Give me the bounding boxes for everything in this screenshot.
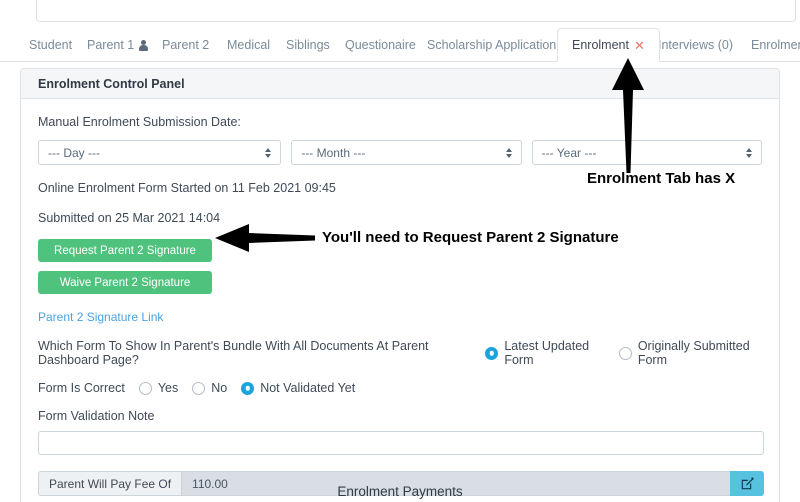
radio-label: Yes xyxy=(157,381,179,395)
form-submitted-text: Submitted on 25 Mar 2021 14:04 xyxy=(38,211,221,225)
form-is-correct-row: Form Is Correct Yes No Not Validated Yet xyxy=(38,381,762,395)
tab-label: Scholarship Application xyxy=(427,38,557,52)
form-is-correct-label: Form Is Correct xyxy=(38,381,125,395)
app-root: Student Parent 1 Parent 2 Medical Siblin… xyxy=(0,0,800,502)
day-select[interactable]: --- Day --- xyxy=(38,140,282,165)
annotation-arrow-up xyxy=(612,58,644,173)
radio-label: Originally Submitted Form xyxy=(637,339,750,367)
tab-enrolment[interactable]: Enrolment ✕ xyxy=(557,28,660,62)
panel-title: Enrolment Control Panel xyxy=(21,69,779,99)
tab-label: Interviews (0) xyxy=(658,38,734,52)
annotation-request-signature: You'll need to Request Parent 2 Signatur… xyxy=(322,229,619,246)
enrolment-control-panel-card: Enrolment Control Panel Manual Enrolment… xyxy=(20,68,780,502)
chevron-updown-icon xyxy=(746,147,753,159)
month-select[interactable]: --- Month --- xyxy=(291,140,522,165)
which-form-label: Which Form To Show In Parent's Bundle Wi… xyxy=(38,339,429,367)
which-form-option-latest[interactable]: Latest Updated Form xyxy=(485,339,604,367)
form-is-correct-option-yes[interactable]: Yes xyxy=(138,381,179,395)
form-is-correct-option-not-validated[interactable]: Not Validated Yet xyxy=(241,381,355,395)
radio-label: Not Validated Yet xyxy=(260,381,356,395)
month-select-value: --- Month --- xyxy=(301,145,366,160)
tab-label: Siblings xyxy=(286,38,330,52)
radio-latest-updated-form[interactable] xyxy=(485,346,499,360)
validation-note-label: Form Validation Note xyxy=(38,409,155,423)
tab-label: Medical xyxy=(227,38,271,52)
waive-parent-2-signature-button[interactable]: Waive Parent 2 Signature xyxy=(38,271,212,294)
which-form-option-original[interactable]: Originally Submitted Form xyxy=(618,339,762,367)
manual-date-selects: --- Day --- --- Month --- --- Year --- xyxy=(38,140,762,165)
tab-label: Parent 1 xyxy=(87,38,135,52)
which-form-row: Which Form To Show In Parent's Bundle Wi… xyxy=(38,339,762,367)
tab-label: Enrolment xyxy=(572,38,629,52)
tab-bar: Student Parent 1 Parent 2 Medical Siblin… xyxy=(0,28,800,62)
radio-label: Latest Updated Form xyxy=(504,339,590,367)
request-parent-2-signature-button[interactable]: Request Parent 2 Signature xyxy=(38,239,212,262)
manual-date-label: Manual Enrolment Submission Date: xyxy=(38,115,241,129)
enrolment-payments-title: Enrolment Payments xyxy=(337,484,463,499)
tab-close-icon[interactable]: ✕ xyxy=(634,39,645,52)
tab-label: Enrolment O xyxy=(751,38,800,52)
radio-no[interactable] xyxy=(192,381,206,395)
radio-not-validated-yet[interactable] xyxy=(241,381,255,395)
radio-yes[interactable] xyxy=(138,381,152,395)
radio-originally-submitted-form[interactable] xyxy=(618,346,632,360)
tab-enrolment-options[interactable]: Enrolment O xyxy=(736,28,800,62)
tab-label: Student xyxy=(29,38,73,52)
parent-2-signature-link[interactable]: Parent 2 Signature Link xyxy=(38,310,163,324)
chevron-updown-icon xyxy=(505,147,513,159)
tab-label: Questionaire xyxy=(345,38,416,52)
annotation-enrolment-tab: Enrolment Tab has X xyxy=(587,170,736,187)
day-select-value: --- Day --- xyxy=(48,145,100,160)
panel-body: Manual Enrolment Submission Date: --- Da… xyxy=(21,99,779,496)
annotation-arrow-left xyxy=(215,224,315,252)
year-select-value: --- Year --- xyxy=(541,145,597,160)
form-is-correct-option-no[interactable]: No xyxy=(192,381,227,395)
tab-label: Parent 2 xyxy=(162,38,210,52)
chevron-updown-icon xyxy=(265,147,272,159)
radio-label: No xyxy=(211,381,228,395)
form-validation-note-input[interactable] xyxy=(38,431,764,455)
top-panel-stub xyxy=(36,0,796,22)
